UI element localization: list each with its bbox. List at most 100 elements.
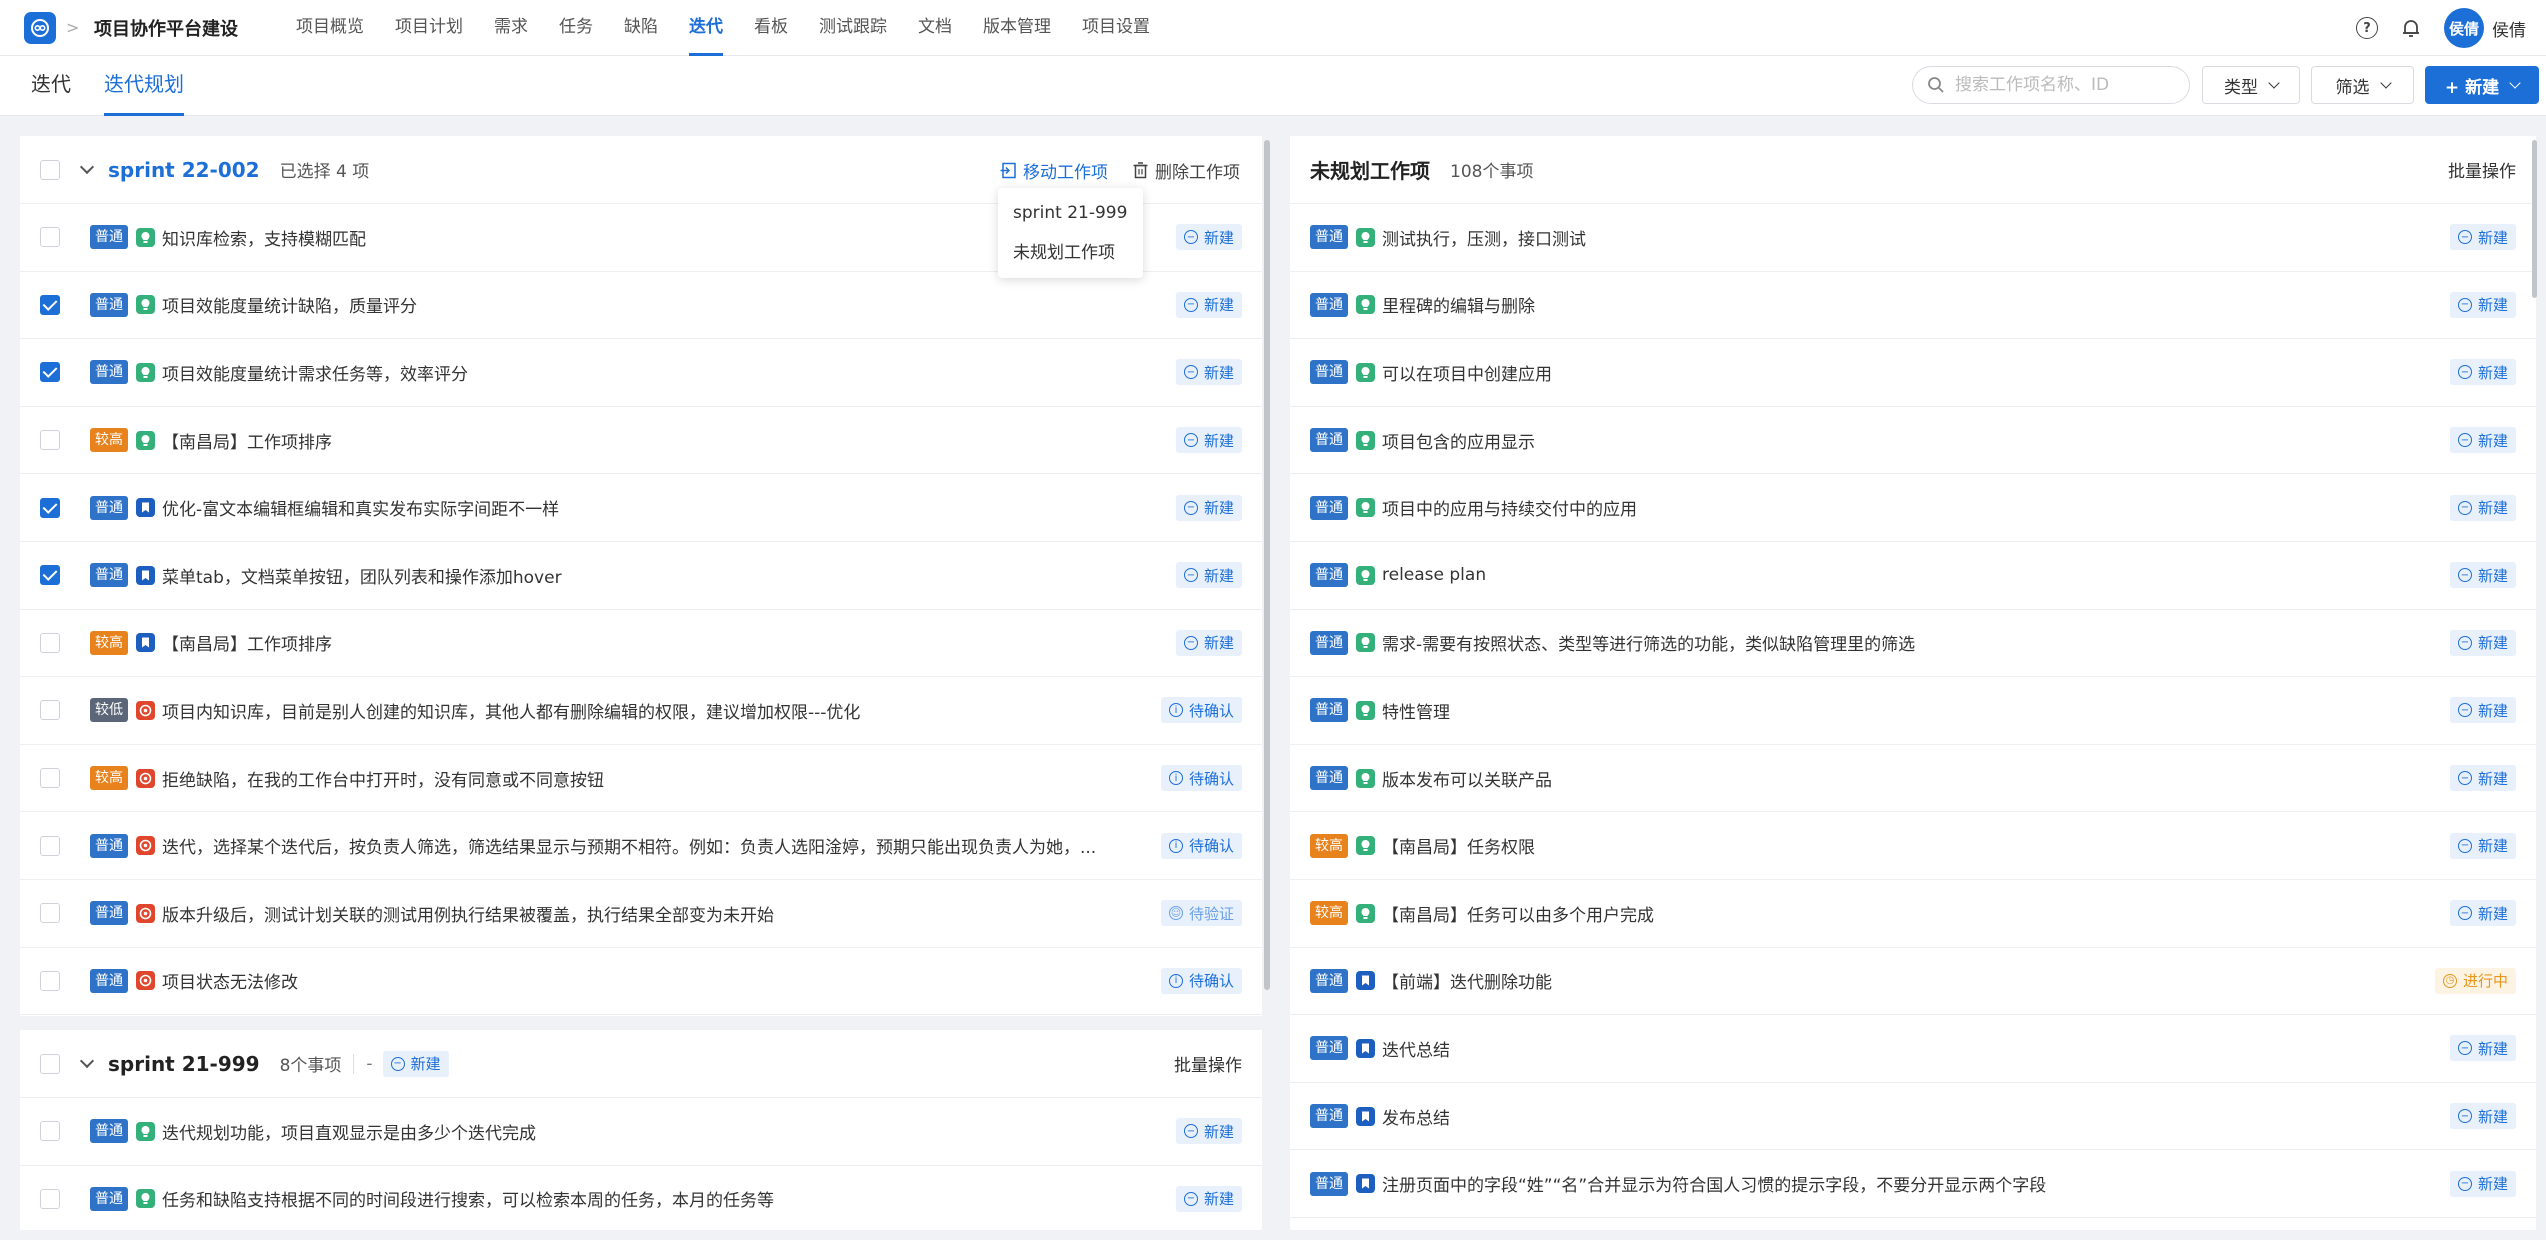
search-input[interactable] <box>1955 75 2175 95</box>
row-checkbox[interactable] <box>40 970 60 991</box>
status-badge[interactable]: − 新建 <box>2449 765 2516 792</box>
list-item[interactable]: 普通 迭代规划功能，项目直观显示是由多少个迭代完成 − 新建 <box>20 1098 1262 1166</box>
list-item[interactable]: 普通 里程碑的编辑与删除 − 新建 <box>1290 272 2536 340</box>
list-item[interactable]: 普通 版本发布可以关联产品 − 新建 <box>1290 745 2536 813</box>
nav-item[interactable]: 需求 <box>494 0 528 56</box>
avatar[interactable]: 侯倩 <box>2444 8 2484 48</box>
item-title[interactable]: 项目状态无法修改 <box>162 968 298 993</box>
list-item[interactable]: 普通 release plan − 新建 <box>1290 542 2536 610</box>
list-item[interactable]: 较高 【南昌局】工作项排序 − 新建 <box>20 407 1262 475</box>
row-checkbox[interactable] <box>40 294 60 315</box>
item-title[interactable]: 项目中的应用与持续交付中的应用 <box>1382 495 1637 520</box>
item-title[interactable]: 迭代，选择某个迭代后，按负责人筛选，筛选结果显示与预期不相符。例如：负责人选阳淦… <box>162 833 1096 858</box>
row-checkbox[interactable] <box>40 700 60 721</box>
list-item[interactable]: 普通 项目效能度量统计需求任务等，效率评分 − 新建 <box>20 339 1262 407</box>
status-badge[interactable]: − 新建 <box>1175 427 1242 454</box>
list-item[interactable]: 普通 项目包含的应用显示 − 新建 <box>1290 407 2536 475</box>
nav-item[interactable]: 版本管理 <box>983 0 1051 56</box>
list-item[interactable]: 普通 注册页面中的字段“姓”“名”合并显示为符合国人习惯的提示字段，不要分开显示两… <box>1290 1150 2536 1218</box>
list-item[interactable]: 普通 【前端】迭代删除功能 ◷ 进行中 <box>1290 948 2536 1016</box>
select-all-checkbox[interactable] <box>40 1053 60 1074</box>
list-item[interactable]: 较高 【南昌局】任务权限 − 新建 <box>1290 812 2536 880</box>
status-badge[interactable]: − 新建 <box>2449 1170 2516 1197</box>
status-badge[interactable]: − 新建 <box>1175 1118 1242 1145</box>
list-item[interactable]: 普通 版本升级后，测试计划关联的测试用例执行结果被覆盖，执行结果全部变为未开始 ☺ 待… <box>20 880 1262 948</box>
nav-item[interactable]: 项目概览 <box>296 0 364 56</box>
bell-icon[interactable] <box>2400 17 2422 39</box>
status-badge[interactable]: − 新建 <box>1175 224 1242 251</box>
row-checkbox[interactable] <box>40 362 60 383</box>
list-item[interactable]: 较高 拒绝缺陷，在我的工作台中打开时，没有同意或不同意按钮 i 待确认 <box>20 745 1262 813</box>
menu-item-sprint-21-999[interactable]: sprint 21-999 <box>998 194 1143 234</box>
status-badge[interactable]: − 新建 <box>2449 1103 2516 1130</box>
row-checkbox[interactable] <box>40 497 60 518</box>
list-item[interactable]: 较低 项目内知识库，目前是别人创建的知识库，其他人都有删除编辑的权限，建议增加权限… <box>20 677 1262 745</box>
tab-iteration-planning[interactable]: 迭代规划 <box>104 56 184 116</box>
collapse-caret-icon[interactable] <box>79 159 95 174</box>
list-item[interactable]: 普通 发布总结 − 新建 <box>1290 1083 2536 1151</box>
nav-item[interactable]: 测试跟踪 <box>819 0 887 56</box>
filter-dropdown[interactable]: 筛选 <box>2311 66 2414 104</box>
item-title[interactable]: 项目效能度量统计需求任务等，效率评分 <box>162 360 468 385</box>
select-all-checkbox[interactable] <box>40 159 60 180</box>
item-title[interactable]: 【南昌局】工作项排序 <box>162 428 332 453</box>
batch-operation-button[interactable]: 批量操作 <box>2448 157 2516 182</box>
list-item[interactable]: 普通 特性管理 − 新建 <box>1290 677 2536 745</box>
list-item[interactable]: 普通 需求-需要有按照状态、类型等进行筛选的功能，类似缺陷管理里的筛选 − 新建 <box>1290 610 2536 678</box>
item-title[interactable]: 【南昌局】工作项排序 <box>162 630 332 655</box>
right-scrollbar[interactable] <box>2532 140 2537 298</box>
new-button[interactable]: + 新建 <box>2425 66 2539 104</box>
list-item[interactable]: 普通 迭代，选择某个迭代后，按负责人筛选，筛选结果显示与预期不相符。例如：负责人选… <box>20 812 1262 880</box>
app-logo-icon[interactable] <box>24 12 56 44</box>
status-badge[interactable]: − 新建 <box>2449 359 2516 386</box>
list-item[interactable]: 普通 优化-富文本编辑框编辑和真实发布实际字间距不一样 − 新建 <box>20 474 1262 542</box>
collapse-caret-icon[interactable] <box>79 1053 95 1068</box>
status-badge[interactable]: − 新建 <box>1175 1185 1242 1212</box>
item-title[interactable]: 拒绝缺陷，在我的工作台中打开时，没有同意或不同意按钮 <box>162 766 604 791</box>
list-item[interactable]: 较高 【南昌局】工作项排序 − 新建 <box>20 610 1262 678</box>
status-badge[interactable]: − 新建 <box>2449 494 2516 521</box>
status-badge[interactable]: i 待确认 <box>1160 765 1242 792</box>
row-checkbox[interactable] <box>40 430 60 451</box>
list-item[interactable]: 较高 【南昌局】任务可以由多个用户完成 − 新建 <box>1290 880 2536 948</box>
user-name[interactable]: 侯倩 <box>2492 16 2526 41</box>
item-title[interactable]: release plan <box>1382 565 1486 585</box>
item-title[interactable]: 【前端】迭代删除功能 <box>1382 968 1552 993</box>
item-title[interactable]: 迭代规划功能，项目直观显示是由多少个迭代完成 <box>162 1119 536 1144</box>
status-badge[interactable]: − 新建 <box>2449 1035 2516 1062</box>
item-title[interactable]: 发布总结 <box>1382 1104 1450 1129</box>
list-item[interactable]: 普通 项目效能度量统计缺陷，质量评分 − 新建 <box>20 272 1262 340</box>
row-checkbox[interactable] <box>40 632 60 653</box>
list-item[interactable]: 普通 项目状态无法修改 i 待确认 <box>20 948 1262 1016</box>
item-title[interactable]: 知识库检索，支持模糊匹配 <box>162 225 366 250</box>
item-title[interactable]: 菜单tab，文档菜单按钮，团队列表和操作添加hover <box>162 563 562 588</box>
row-checkbox[interactable] <box>40 1121 60 1142</box>
left-scrollbar[interactable] <box>1264 140 1270 990</box>
item-title[interactable]: 优化-富文本编辑框编辑和真实发布实际字间距不一样 <box>162 495 559 520</box>
nav-item[interactable]: 项目计划 <box>395 0 463 56</box>
delete-items-button[interactable]: 删除工作项 <box>1132 158 1240 183</box>
status-badge[interactable]: i 待确认 <box>1160 832 1242 859</box>
status-badge[interactable]: − 新建 <box>2449 629 2516 656</box>
item-title[interactable]: 项目效能度量统计缺陷，质量评分 <box>162 292 417 317</box>
nav-item[interactable]: 任务 <box>559 0 593 56</box>
item-title[interactable]: 迭代总结 <box>1382 1036 1450 1061</box>
menu-item-unplanned[interactable]: 未规划工作项 <box>998 234 1143 274</box>
row-checkbox[interactable] <box>40 835 60 856</box>
status-badge[interactable]: − 新建 <box>2449 291 2516 318</box>
list-item[interactable]: 普通 可以在项目中创建应用 − 新建 <box>1290 339 2536 407</box>
item-title[interactable]: 项目包含的应用显示 <box>1382 428 1535 453</box>
status-badge[interactable]: − 新建 <box>2449 900 2516 927</box>
row-checkbox[interactable] <box>40 903 60 924</box>
item-title[interactable]: 测试执行，压测，接口测试 <box>1382 225 1586 250</box>
nav-item[interactable]: 项目设置 <box>1082 0 1150 56</box>
status-badge[interactable]: − 新建 <box>1175 359 1242 386</box>
nav-item[interactable]: 看板 <box>754 0 788 56</box>
status-badge[interactable]: i 待确认 <box>1160 967 1242 994</box>
status-badge[interactable]: − 新建 <box>1175 562 1242 589</box>
item-title[interactable]: 注册页面中的字段“姓”“名”合并显示为符合国人习惯的提示字段，不要分开显示两个字… <box>1382 1171 2046 1196</box>
status-badge[interactable]: − 新建 <box>2449 224 2516 251</box>
status-badge[interactable]: − 新建 <box>1175 291 1242 318</box>
item-title[interactable]: 【南昌局】任务可以由多个用户完成 <box>1382 901 1654 926</box>
status-badge[interactable]: ☺ 待验证 <box>1160 900 1242 927</box>
